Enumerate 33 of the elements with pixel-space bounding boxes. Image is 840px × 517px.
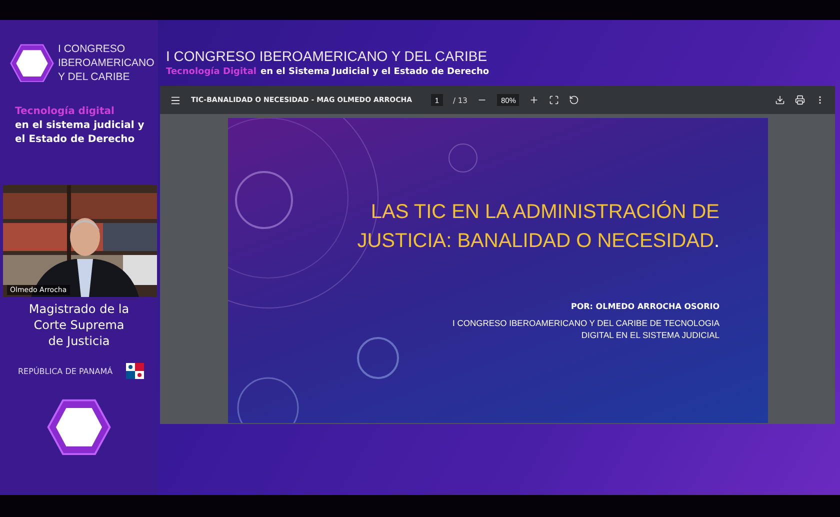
slide-title: LAS TIC EN LA ADMINISTRACIÓN DE (370, 200, 720, 225)
congress-name: IBEROAMERICANO (58, 56, 154, 70)
slide-author: POR: OLMEDO ARROCHA OSORIO (570, 302, 720, 311)
flag-icon (126, 363, 144, 379)
plus-icon (529, 95, 540, 105)
event-subtitle: en el Sistema Judicial y el Estado de Derecho (260, 67, 490, 77)
congress-name: I CONGRESO (58, 42, 126, 56)
slide-event: DIGITAL EN EL SISTEMA JUDICIAL (581, 329, 720, 341)
speaker-title: de Justicia (48, 333, 110, 349)
slide-event: I CONGRESO IBEROAMERICANO Y DEL CARIBE DE TECNOLOGIA (452, 317, 720, 329)
rotate-button[interactable] (569, 95, 580, 105)
menu-button[interactable] (170, 94, 181, 106)
menu-icon (170, 94, 181, 106)
hexagon-logo-icon (10, 44, 54, 82)
speaker-title: Magistrado de la (28, 301, 130, 317)
download-button[interactable] (775, 95, 785, 105)
speaker-title: Corte Suprema (34, 317, 124, 333)
event-highlight: Tecnología Digital (166, 67, 257, 77)
tagline-text: el Estado de Derecho (15, 134, 136, 145)
tagline-text: en el sistema judicial y (15, 120, 146, 131)
fit-page-icon (549, 95, 560, 105)
fit-page-button[interactable] (549, 95, 560, 105)
hexagon-logo-icon (47, 399, 111, 456)
rotate-icon (569, 95, 580, 105)
slide-title: JUSTICIA: BANALIDAD O NECESIDAD. (357, 229, 720, 254)
zoom-in-button[interactable] (529, 95, 540, 105)
print-icon (795, 95, 805, 105)
event-title: I CONGRESO IBEROAMERICANO Y DEL CARIBE (166, 48, 488, 64)
download-icon (775, 95, 785, 105)
print-button[interactable] (795, 95, 805, 105)
country-name: REPÚBLICA DE PANAMÁ (18, 366, 113, 376)
congress-name: Y DEL CARIBE (58, 70, 131, 84)
tagline-highlight: Tecnología digital (15, 106, 116, 117)
